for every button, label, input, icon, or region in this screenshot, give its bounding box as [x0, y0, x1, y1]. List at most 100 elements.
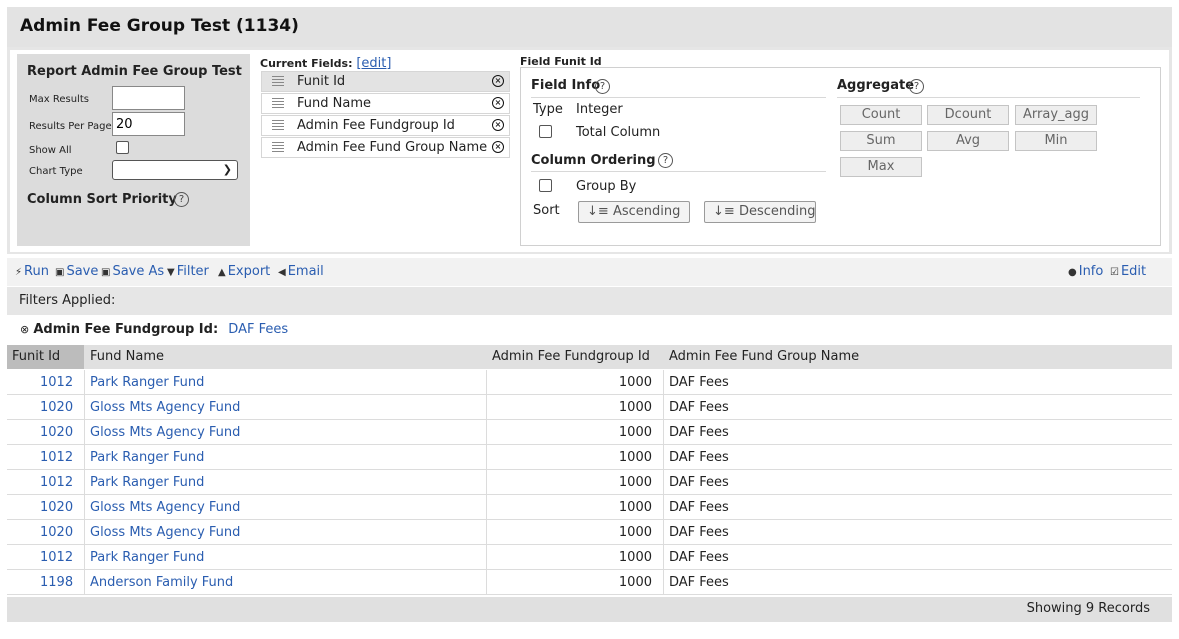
max-results-label: Max Results: [29, 94, 89, 105]
edit-fields-link[interactable]: [edit]: [356, 56, 391, 71]
aggregate-max-button[interactable]: Max: [840, 157, 922, 177]
aggregate-avg-button[interactable]: Avg: [927, 131, 1009, 151]
table-row: 1020 Gloss Mts Agency Fund 1000 DAF Fees: [7, 395, 1172, 420]
help-icon[interactable]: ?: [909, 79, 924, 94]
column-divider: [663, 495, 664, 519]
cell-admin-fee-fund-group-name: DAF Fees: [669, 475, 729, 490]
remove-icon[interactable]: ×: [492, 119, 504, 131]
drag-handle-icon[interactable]: [272, 120, 284, 131]
cell-fund-name[interactable]: Gloss Mts Agency Fund: [90, 425, 240, 440]
cell-funit-id[interactable]: 1012: [40, 375, 73, 390]
results-per-page-input[interactable]: [112, 112, 185, 136]
table-row: 1020 Gloss Mts Agency Fund 1000 DAF Fees: [7, 495, 1172, 520]
aggregate-sum-button[interactable]: Sum: [840, 131, 922, 151]
cell-funit-id[interactable]: 1020: [40, 425, 73, 440]
sort-descending-button[interactable]: ↓≡ Descending: [704, 201, 816, 223]
column-header-admin-fee-fund-group-name[interactable]: Admin Fee Fund Group Name: [669, 349, 859, 364]
drag-handle-icon[interactable]: [272, 142, 284, 153]
column-divider: [486, 570, 487, 594]
column-divider: [84, 520, 85, 544]
divider: [837, 97, 1140, 98]
aggregate-count-button[interactable]: Count: [840, 105, 922, 125]
total-column-checkbox[interactable]: [539, 125, 552, 138]
run-button[interactable]: ⚡ Run: [15, 264, 49, 279]
field-info-label: Field Info: [531, 78, 601, 93]
column-divider: [663, 445, 664, 469]
group-by-checkbox[interactable]: [539, 179, 552, 192]
filter-label: Filter: [176, 264, 209, 279]
save-as-icon: ▣: [101, 267, 111, 278]
save-as-button[interactable]: ▣ Save As: [101, 264, 164, 279]
edit-label: Edit: [1120, 264, 1147, 279]
record-count: Showing 9 Records: [1026, 601, 1150, 616]
cell-fund-name[interactable]: Anderson Family Fund: [90, 575, 233, 590]
cell-funit-id[interactable]: 1020: [40, 400, 73, 415]
info-button[interactable]: ● Info: [1068, 264, 1103, 279]
drag-handle-icon[interactable]: [272, 98, 284, 109]
current-field-item[interactable]: Admin Fee Fund Group Name ×: [261, 137, 510, 158]
filter-value[interactable]: DAF Fees: [228, 322, 288, 337]
cell-funit-id[interactable]: 1198: [40, 575, 73, 590]
cell-admin-fee-fund-group-name: DAF Fees: [669, 575, 729, 590]
column-header-admin-fee-fundgroup-id[interactable]: Admin Fee Fundgroup Id: [492, 349, 650, 364]
cell-funit-id[interactable]: 1020: [40, 525, 73, 540]
cell-funit-id[interactable]: 1012: [40, 475, 73, 490]
field-panel: Field Info ? Type Integer Total Column C…: [520, 67, 1161, 246]
aggregate-dcount-button[interactable]: Dcount: [927, 105, 1009, 125]
edit-button[interactable]: ☑ Edit: [1110, 264, 1146, 279]
cell-admin-fee-fundgroup-id: 1000: [618, 400, 652, 415]
cell-fund-name[interactable]: Park Ranger Fund: [90, 450, 204, 465]
column-divider: [486, 395, 487, 419]
help-icon[interactable]: ?: [658, 153, 673, 168]
cell-fund-name[interactable]: Park Ranger Fund: [90, 550, 204, 565]
help-icon[interactable]: ?: [174, 192, 189, 207]
divider: [531, 97, 826, 98]
cell-admin-fee-fundgroup-id: 1000: [618, 375, 652, 390]
cell-fund-name[interactable]: Gloss Mts Agency Fund: [90, 525, 240, 540]
aggregate-min-button[interactable]: Min: [1015, 131, 1097, 151]
aggregate-array-agg-button[interactable]: Array_agg: [1015, 105, 1097, 125]
cell-admin-fee-fund-group-name: DAF Fees: [669, 425, 729, 440]
current-field-name: Admin Fee Fund Group Name: [297, 140, 488, 155]
remove-icon[interactable]: ×: [492, 97, 504, 109]
max-results-input[interactable]: [112, 86, 185, 110]
floppy-icon: ▣: [55, 267, 65, 278]
cell-admin-fee-fundgroup-id: 1000: [618, 450, 652, 465]
cell-funit-id[interactable]: 1020: [40, 500, 73, 515]
sort-ascending-button[interactable]: ↓≡ Ascending: [578, 201, 690, 223]
cell-fund-name[interactable]: Park Ranger Fund: [90, 475, 204, 490]
table-row: 1012 Park Ranger Fund 1000 DAF Fees: [7, 370, 1172, 395]
cell-fund-name[interactable]: Park Ranger Fund: [90, 375, 204, 390]
remove-icon[interactable]: ×: [492, 75, 504, 87]
cell-funit-id[interactable]: 1012: [40, 550, 73, 565]
column-divider: [486, 420, 487, 444]
cell-fund-name[interactable]: Gloss Mts Agency Fund: [90, 400, 240, 415]
table-row: 1012 Park Ranger Fund 1000 DAF Fees: [7, 545, 1172, 570]
remove-filter-icon[interactable]: ⊗: [20, 323, 29, 336]
current-field-name: Funit Id: [297, 74, 346, 89]
current-field-item[interactable]: Funit Id ×: [261, 71, 510, 92]
divider: [531, 171, 826, 172]
column-header-funit-id[interactable]: Funit Id: [7, 345, 84, 369]
cell-fund-name[interactable]: Gloss Mts Agency Fund: [90, 500, 240, 515]
chevron-down-icon: ❯: [222, 163, 232, 176]
column-header-fund-name[interactable]: Fund Name: [90, 349, 164, 364]
remove-icon[interactable]: ×: [492, 141, 504, 153]
show-all-checkbox[interactable]: [116, 141, 129, 154]
chart-type-select[interactable]: ❯: [112, 160, 238, 180]
filter-button[interactable]: ▼ Filter: [167, 264, 209, 279]
current-field-item[interactable]: Admin Fee Fundgroup Id ×: [261, 115, 510, 136]
save-button[interactable]: ▣ Save: [55, 264, 98, 279]
drag-handle-icon[interactable]: [272, 76, 284, 87]
cell-admin-fee-fund-group-name: DAF Fees: [669, 500, 729, 515]
current-field-item[interactable]: Fund Name ×: [261, 93, 510, 114]
cell-admin-fee-fund-group-name: DAF Fees: [669, 375, 729, 390]
export-button[interactable]: ▲ Export: [218, 264, 270, 279]
current-field-name: Admin Fee Fundgroup Id: [297, 118, 455, 133]
email-label: Email: [287, 264, 324, 279]
cell-funit-id[interactable]: 1012: [40, 450, 73, 465]
filters-bar: Filters Applied:: [7, 287, 1172, 315]
column-divider: [486, 545, 487, 569]
email-button[interactable]: ◀ Email: [278, 264, 324, 279]
help-icon[interactable]: ?: [595, 79, 610, 94]
